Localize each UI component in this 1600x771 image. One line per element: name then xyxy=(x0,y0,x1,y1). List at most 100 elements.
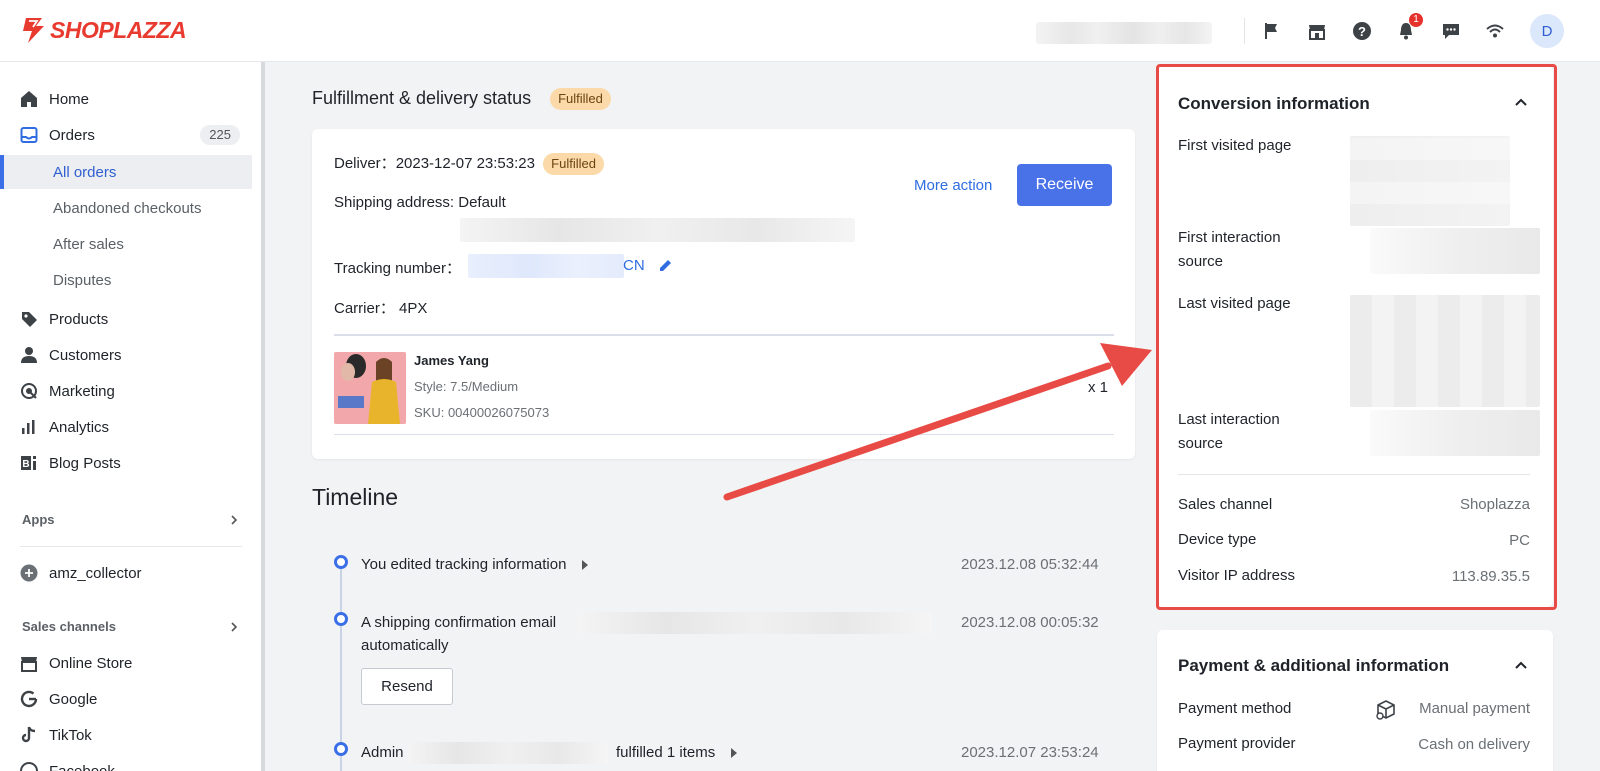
payment-provider-label: Payment provider xyxy=(1178,735,1296,752)
sidebar-item-products[interactable]: Products xyxy=(0,301,252,337)
sidebar-item-label: amz_collector xyxy=(49,564,142,582)
analytics-icon xyxy=(20,418,38,436)
help-icon[interactable]: ? xyxy=(1351,20,1373,42)
fulfillment-status-tag: Fulfilled xyxy=(550,88,611,110)
timeline-title: Timeline xyxy=(312,484,399,510)
sidebar-item-marketing[interactable]: Marketing xyxy=(0,373,252,409)
person-icon xyxy=(20,346,38,364)
payment-provider-value: Cash on delivery xyxy=(1418,736,1530,753)
payment-method-label: Payment method xyxy=(1178,700,1292,717)
sidebar-item-label: Blog Posts xyxy=(49,454,121,472)
highlight-box xyxy=(1156,64,1557,610)
deliver-time: 2023-12-07 23:53:23 xyxy=(395,155,535,172)
logo-text: SHOPLAZZA xyxy=(50,16,187,43)
timeline-dot xyxy=(334,742,348,756)
svg-text:?: ? xyxy=(1358,24,1366,39)
marketing-icon xyxy=(20,382,38,400)
sidebar-item-tiktok[interactable]: TikTok xyxy=(0,717,252,753)
timeline-event-text: fulfilled 1 items xyxy=(616,744,716,761)
sidebar-item-label: Online Store xyxy=(49,654,133,672)
tag-icon xyxy=(20,310,38,328)
sidebar-item-label: Customers xyxy=(49,346,122,364)
orders-count-badge: 225 xyxy=(200,125,240,145)
bell-icon[interactable]: 1 xyxy=(1395,13,1423,42)
more-action-link[interactable]: More action xyxy=(914,177,992,194)
timeline-time: 2023.12.08 00:05:32 xyxy=(961,614,1099,631)
sidebar-item-analytics[interactable]: Analytics xyxy=(0,409,252,445)
email-recipient-redacted xyxy=(578,612,932,634)
sidebar-subitem-after-sales[interactable]: After sales xyxy=(4,227,252,261)
tracking-label: Tracking number： xyxy=(334,260,461,277)
admin-name-redacted xyxy=(408,742,608,764)
sidebar-subitem-disputes[interactable]: Disputes xyxy=(4,263,252,297)
sidebar-subitem-all-orders[interactable]: All orders xyxy=(4,155,252,189)
store-icon[interactable] xyxy=(1306,20,1328,42)
tracking-number-redacted[interactable] xyxy=(468,254,624,278)
address-redacted xyxy=(460,218,855,242)
payment-method-value: Manual payment xyxy=(1419,700,1530,717)
shoplazza-logo-icon xyxy=(23,18,44,43)
timeline-connector xyxy=(340,566,342,771)
sidebar-item-orders[interactable]: Orders 225 xyxy=(0,117,252,153)
card-divider xyxy=(334,334,1114,336)
sidebar-item-label: Marketing xyxy=(49,382,115,400)
shoplazza-logo[interactable]: SHOPLAZZA xyxy=(20,16,187,44)
fulfillment-title-text: Fulfillment & delivery status xyxy=(312,88,532,108)
fulfillment-section-title: Fulfillment & delivery status Fulfilled xyxy=(312,88,611,110)
flag-icon[interactable] xyxy=(1261,20,1283,42)
timeline-event-text-continued: automatically xyxy=(361,637,449,654)
avatar[interactable]: D xyxy=(1530,14,1564,48)
sidebar-item-facebook[interactable]: Facebook xyxy=(0,753,252,771)
product-sku: SKU: 00400026075073 xyxy=(414,405,550,420)
product-style: Style: 7.5/Medium xyxy=(414,379,519,394)
package-icon xyxy=(1376,700,1395,720)
shipping-address: Shipping address: Default xyxy=(334,194,506,211)
deliver-status-tag: Fulfilled xyxy=(543,153,604,175)
store-icon xyxy=(20,654,38,672)
sidebar-item-label: Facebook xyxy=(49,762,115,771)
chevron-right-icon[interactable] xyxy=(228,514,240,526)
deliver-label: Deliver： xyxy=(334,155,396,172)
timeline-event[interactable]: fulfilled 1 items xyxy=(616,744,738,761)
edit-pencil-icon[interactable] xyxy=(658,258,673,273)
caret-right-icon[interactable] xyxy=(582,560,589,571)
deliver-row: Deliver：2023-12-07 23:53:23 Fulfilled xyxy=(334,152,604,175)
receive-button[interactable]: Receive xyxy=(1017,164,1112,206)
sidebar-item-label: Google xyxy=(49,690,98,708)
sidebar-item-label: Home xyxy=(49,90,90,108)
home-icon xyxy=(20,90,38,108)
sidebar-item-label: Analytics xyxy=(49,418,110,436)
carrier-row: Carrier： 4PX xyxy=(334,300,428,317)
tracking-number-suffix[interactable]: CN xyxy=(623,257,645,274)
sidebar-item-home[interactable]: Home xyxy=(0,81,252,117)
top-bar: SHOPLAZZA ? 1 D xyxy=(0,0,1600,62)
sidebar-item-blog-posts[interactable]: B Blog Posts xyxy=(0,445,252,481)
facebook-icon xyxy=(20,762,38,771)
sidebar-item-online-store[interactable]: Online Store xyxy=(0,645,252,681)
svg-text:B: B xyxy=(22,459,29,470)
product-quantity: x 1 xyxy=(1088,379,1109,396)
sidebar-item-customers[interactable]: Customers xyxy=(0,337,252,373)
sidebar-subitem-abandoned-checkouts[interactable]: Abandoned checkouts xyxy=(4,191,252,225)
sidebar-divider xyxy=(20,546,242,547)
timeline-event-text: Admin xyxy=(361,744,404,761)
product-name[interactable]: James Yang xyxy=(414,353,489,368)
chevron-up-icon[interactable] xyxy=(1515,661,1527,669)
resend-button[interactable]: Resend xyxy=(361,668,453,705)
sidebar-item-label: TikTok xyxy=(49,726,92,744)
wifi-icon[interactable] xyxy=(1484,20,1506,42)
chevron-right-icon[interactable] xyxy=(228,621,240,633)
caret-right-icon[interactable] xyxy=(731,748,738,759)
sidebar-item-amz-collector[interactable]: amz_collector xyxy=(0,555,252,591)
store-name-redacted[interactable] xyxy=(1036,22,1212,44)
sidebar-scrollbar[interactable] xyxy=(261,62,265,771)
timeline-event-text: You edited tracking information xyxy=(361,556,567,573)
notification-badge: 1 xyxy=(1409,13,1423,27)
sales-channels-section-label[interactable]: Sales channels xyxy=(22,619,116,634)
product-thumbnail[interactable] xyxy=(334,352,406,424)
header-divider xyxy=(1244,18,1245,44)
sidebar-item-google[interactable]: Google xyxy=(0,681,252,717)
apps-section-label[interactable]: Apps xyxy=(22,512,55,527)
timeline-event[interactable]: You edited tracking information xyxy=(361,556,589,573)
chat-icon[interactable] xyxy=(1440,20,1462,42)
